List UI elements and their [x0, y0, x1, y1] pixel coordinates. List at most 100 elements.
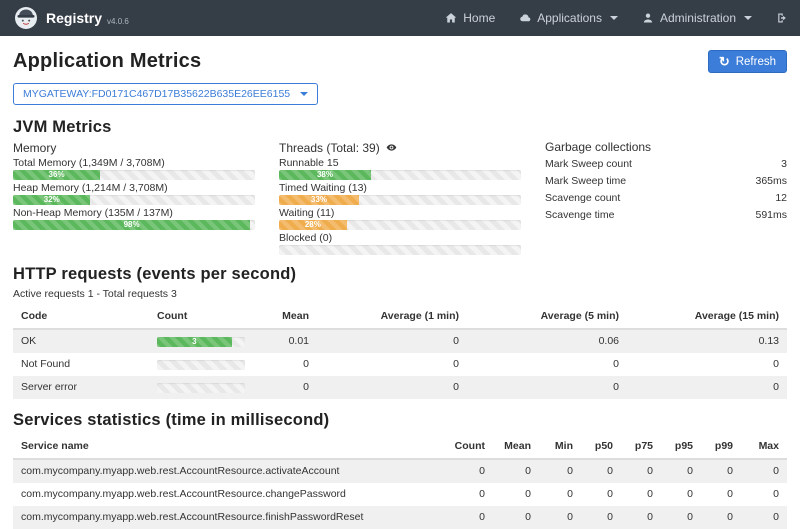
gc-value: 365ms: [755, 175, 787, 187]
thread-progress-track: 38%: [279, 170, 521, 180]
thread-progress-fill: 28%: [279, 220, 347, 230]
http-table-row: Not Found 0 0 0 0: [13, 353, 787, 376]
http-avg1-cell: 0: [317, 353, 467, 376]
thread-progress-track: 33%: [279, 195, 521, 205]
main-content: Application Metrics ↻ Refresh MYGATEWAY:…: [0, 50, 800, 529]
nav-item-administration[interactable]: Administration: [630, 0, 764, 36]
services-header-mean: Mean: [493, 435, 539, 459]
services-header-p95: p95: [661, 435, 701, 459]
service-value-cell: 0: [701, 459, 741, 483]
http-avg5-cell: 0.06: [467, 329, 627, 353]
thread-bar-label: Runnable 15: [279, 157, 521, 169]
http-mean-cell: 0: [267, 376, 317, 399]
service-value-cell: 0: [621, 483, 661, 506]
nav-item-home[interactable]: Home: [433, 0, 507, 36]
gc-value: 12: [775, 192, 787, 204]
service-value-cell: 0: [661, 483, 701, 506]
gc-label: Mark Sweep count: [545, 158, 632, 170]
services-header-min: Min: [539, 435, 581, 459]
services-table-row: com.mycompany.myapp.web.rest.AccountReso…: [13, 483, 787, 506]
eye-icon[interactable]: [386, 142, 397, 153]
service-value-cell: 0: [701, 483, 741, 506]
services-header-p99: p99: [701, 435, 741, 459]
thread-progress-fill: 33%: [279, 195, 359, 205]
http-avg1-cell: 0: [317, 329, 467, 353]
services-table-row: com.mycompany.myapp.web.rest.AccountReso…: [13, 459, 787, 483]
services-header-name: Service name: [13, 435, 445, 459]
http-count-cell: [149, 353, 267, 376]
memory-progress-track: 32%: [13, 195, 255, 205]
user-icon: [642, 12, 654, 24]
caret-down-icon: [610, 16, 618, 20]
http-table-header-row: Code Count Mean Average (1 min) Average …: [13, 305, 787, 329]
count-progress-fill: 3: [157, 337, 232, 347]
service-value-cell: 0: [493, 459, 539, 483]
refresh-button-label: Refresh: [736, 56, 776, 68]
count-progress-track: 3: [157, 337, 245, 347]
service-value-cell: 0: [445, 483, 493, 506]
http-requests-heading: HTTP requests (events per second): [13, 265, 787, 284]
http-requests-table: Code Count Mean Average (1 min) Average …: [13, 305, 787, 399]
threads-title: Threads (Total: 39): [279, 140, 521, 155]
memory-bar-label: Total Memory (1,349M / 3,708M): [13, 157, 255, 169]
http-avg5-cell: 0: [467, 353, 627, 376]
gc-column: Garbage collections Mark Sweep count 3 M…: [545, 140, 787, 255]
nav-item-applications[interactable]: Applications: [507, 0, 630, 36]
http-code-cell: Server error: [13, 376, 149, 399]
service-name-cell: com.mycompany.myapp.web.rest.AccountReso…: [13, 483, 445, 506]
nav-item-label: Administration: [660, 11, 736, 25]
service-value-cell: 0: [661, 459, 701, 483]
nav-item-label: Home: [463, 11, 495, 25]
threads-title-label: Threads (Total: 39): [279, 141, 380, 155]
http-avg15-cell: 0: [627, 353, 787, 376]
memory-title: Memory: [13, 140, 255, 155]
http-avg1-cell: 0: [317, 376, 467, 399]
page-title: Application Metrics: [13, 50, 201, 73]
count-progress-track: [157, 360, 245, 370]
home-icon: [445, 12, 457, 24]
service-value-cell: 0: [445, 459, 493, 483]
services-statistics-table: Service name Count Mean Min p50 p75 p95 …: [13, 435, 787, 529]
service-value-cell: 0: [539, 459, 581, 483]
instance-selector[interactable]: MYGATEWAY:FD0171C467D17B35622B635E26EE61…: [13, 83, 318, 105]
gc-row: Scavenge count 12: [545, 189, 787, 206]
http-header-avg15: Average (15 min): [627, 305, 787, 329]
http-requests-summary: Active requests 1 - Total requests 3: [13, 288, 787, 300]
http-table-row: Server error 0 0 0 0: [13, 376, 787, 399]
http-count-cell: [149, 376, 267, 399]
thread-bar-label: Waiting (11): [279, 207, 521, 219]
http-header-mean: Mean: [267, 305, 317, 329]
jvm-metrics-row: Memory Total Memory (1,349M / 3,708M) 36…: [13, 140, 787, 255]
registry-logo-icon: [14, 6, 38, 30]
service-value-cell: 0: [741, 483, 787, 506]
http-header-count: Count: [149, 305, 267, 329]
nav-item-logout[interactable]: [764, 0, 800, 36]
memory-progress-fill: 32%: [13, 195, 90, 205]
instance-selector-label: MYGATEWAY:FD0171C467D17B35622B635E26EE61…: [23, 88, 290, 100]
service-value-cell: 0: [493, 483, 539, 506]
thread-progress-track: [279, 245, 521, 255]
services-statistics-heading: Services statistics (time in millisecond…: [13, 411, 787, 430]
services-header-p50: p50: [581, 435, 621, 459]
top-navbar: Registry v4.0.6 Home Applications Admini…: [0, 0, 800, 36]
memory-column: Memory Total Memory (1,349M / 3,708M) 36…: [13, 140, 255, 255]
http-header-avg5: Average (5 min): [467, 305, 627, 329]
brand-link[interactable]: Registry v4.0.6: [14, 6, 129, 30]
service-value-cell: 0: [741, 459, 787, 483]
http-header-code: Code: [13, 305, 149, 329]
service-value-cell: 0: [581, 459, 621, 483]
service-value-cell: 0: [539, 483, 581, 506]
gc-value: 591ms: [755, 209, 787, 221]
http-mean-cell: 0.01: [267, 329, 317, 353]
http-code-cell: Not Found: [13, 353, 149, 376]
gc-value: 3: [781, 158, 787, 170]
refresh-button[interactable]: ↻ Refresh: [708, 50, 787, 73]
services-header-p75: p75: [621, 435, 661, 459]
memory-progress-fill: 36%: [13, 170, 100, 180]
gc-label: Mark Sweep time: [545, 175, 626, 187]
nav-item-label: Applications: [537, 11, 602, 25]
thread-progress-fill: 38%: [279, 170, 371, 180]
services-header-count: Count: [445, 435, 493, 459]
http-mean-cell: 0: [267, 353, 317, 376]
brand-name: Registry: [46, 10, 102, 26]
